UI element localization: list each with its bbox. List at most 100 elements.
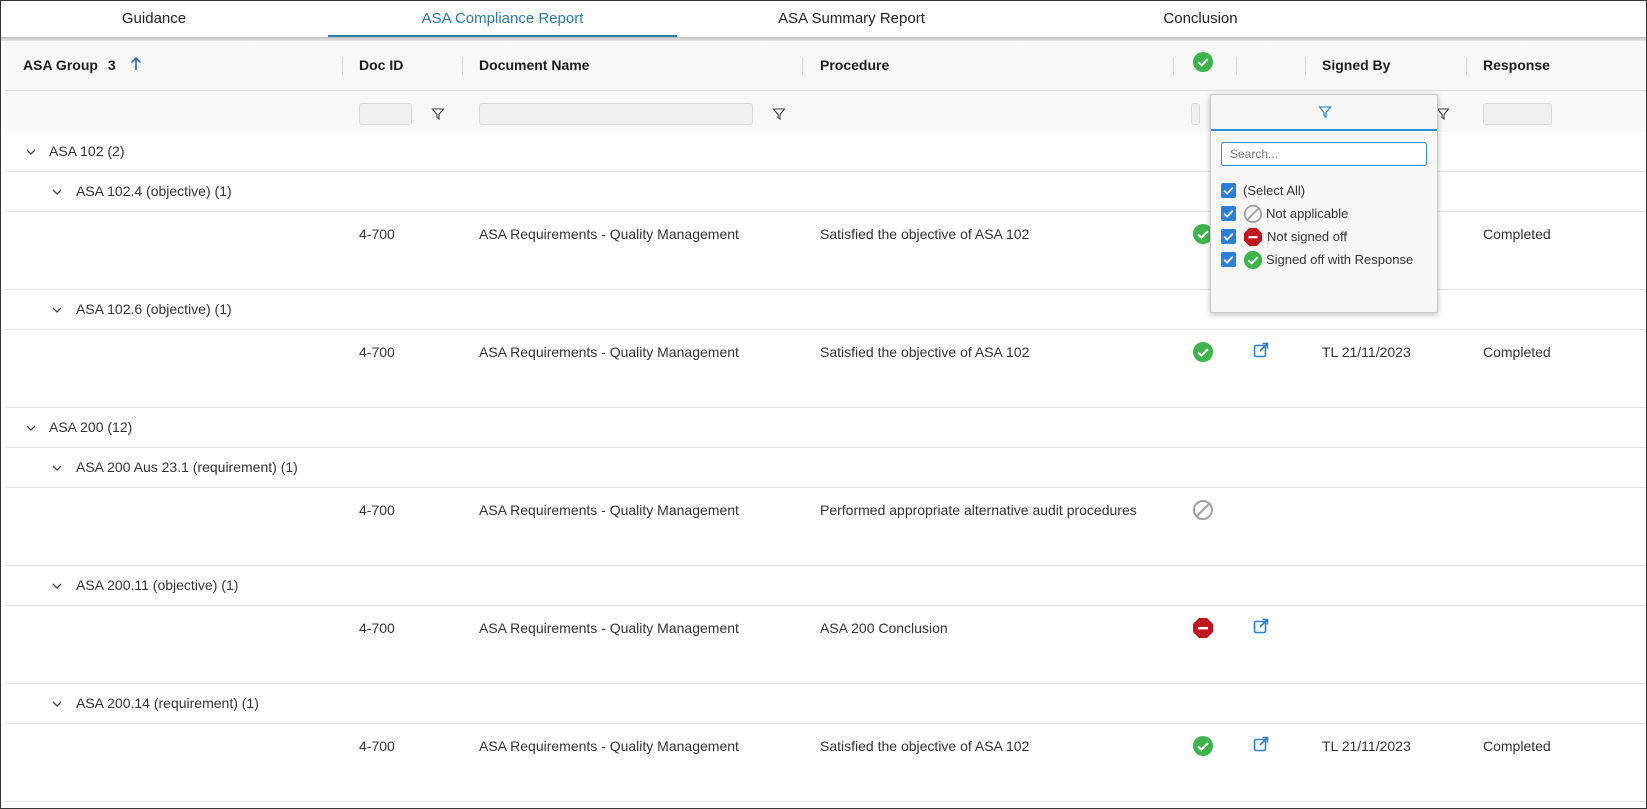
column-separator[interactable]: [1236, 57, 1237, 75]
group-count: (2): [107, 143, 125, 159]
filter-option-not-applicable[interactable]: Not applicable: [1221, 204, 1431, 224]
doc-id-cell: 4-700: [359, 738, 395, 754]
open-external-link-icon[interactable]: [1253, 736, 1269, 752]
procedure-cell: Satisfied the objective of ASA 102: [820, 226, 1030, 242]
procedure-cell: Satisfied the objective of ASA 102: [820, 738, 1030, 754]
filter-search-input[interactable]: [1221, 142, 1427, 166]
group-name: ASA 200.11 (objective): [76, 577, 218, 593]
filter-option-signed-off-with-response[interactable]: Signed off with Response: [1221, 250, 1431, 270]
group-name: ASA 102: [49, 143, 104, 159]
column-header-response[interactable]: Response: [1483, 41, 1550, 90]
chevron-down-icon[interactable]: [51, 461, 63, 473]
signed-by-cell: TL 21/11/2023: [1322, 738, 1411, 754]
signed-off-icon: [1192, 735, 1214, 757]
group-label: ASA 200.14 (requirement) (1): [76, 695, 259, 711]
doc-id-cell: 4-700: [359, 226, 395, 242]
not-applicable-icon: [1192, 499, 1214, 521]
doc-id-cell: 4-700: [359, 620, 395, 636]
signed-off-icon: [1192, 341, 1214, 363]
group-count: (1): [214, 301, 232, 317]
checkbox[interactable]: [1221, 252, 1236, 267]
group-row[interactable]: ASA 200 (12): [5, 408, 1646, 448]
tab-conclusion[interactable]: Conclusion: [1026, 1, 1375, 35]
filter-icon: [1318, 105, 1332, 119]
response-cell: Completed: [1483, 344, 1551, 360]
checkbox[interactable]: [1221, 229, 1236, 244]
tab-bar: Guidance ASA Compliance Report ASA Summa…: [1, 1, 1646, 37]
group-name: ASA 200: [49, 419, 104, 435]
column-separator[interactable]: [802, 57, 803, 75]
signed-by-cell: TL 21/11/2023: [1322, 344, 1411, 360]
group-count: (1): [241, 695, 259, 711]
group-label: ASA 102.4 (objective) (1): [76, 183, 232, 199]
sort-ascending-icon[interactable]: [130, 42, 142, 91]
checkbox[interactable]: [1221, 206, 1236, 221]
tab-asa-compliance-report[interactable]: ASA Compliance Report: [328, 1, 677, 37]
column-header-doc-id[interactable]: Doc ID: [359, 41, 403, 90]
chevron-down-icon[interactable]: [51, 185, 63, 197]
doc-id-filter-input[interactable]: [359, 103, 412, 125]
column-separator[interactable]: [1173, 57, 1174, 75]
filter-option-label: Not applicable: [1266, 206, 1349, 221]
column-separator[interactable]: [1305, 57, 1306, 75]
tab-guidance[interactable]: Guidance: [1, 1, 307, 35]
filter-option-not-signed-off[interactable]: Not signed off: [1221, 227, 1431, 247]
app-frame: Guidance ASA Compliance Report ASA Summa…: [0, 0, 1647, 809]
column-header-label: ASA Group: [23, 57, 98, 73]
filter-popup-header-tab[interactable]: [1211, 95, 1437, 131]
group-label: ASA 102.6 (objective) (1): [76, 301, 232, 317]
filter-option-select-all[interactable]: (Select All): [1221, 181, 1431, 201]
filter-option-label: Signed off with Response: [1266, 252, 1414, 267]
column-header-document-name[interactable]: Document Name: [479, 41, 589, 90]
document-name-cell: ASA Requirements - Quality Management: [479, 620, 739, 636]
group-label: ASA 200.11 (objective) (1): [76, 577, 238, 593]
chevron-down-icon[interactable]: [25, 421, 37, 433]
doc-id-cell: 4-700: [359, 502, 395, 518]
group-row[interactable]: ASA 200 Aus 23.1 (requirement) (1): [5, 448, 1646, 488]
column-header-signed-by[interactable]: Signed By: [1322, 41, 1390, 90]
status-filter-input[interactable]: [1191, 103, 1200, 125]
column-separator[interactable]: [342, 57, 343, 75]
column-header-asa-group[interactable]: ASA Group 3: [23, 41, 142, 90]
signed-by-filter-icon[interactable]: [1436, 107, 1450, 121]
column-separator[interactable]: [462, 57, 463, 75]
response-filter-input[interactable]: [1483, 103, 1552, 125]
not-signed-off-icon: [1192, 617, 1214, 639]
group-name: ASA 102.4 (objective): [76, 183, 211, 199]
group-row[interactable]: ASA 200.14 (requirement) (1): [5, 684, 1646, 724]
chevron-down-icon[interactable]: [51, 303, 63, 315]
open-external-link-icon[interactable]: [1253, 618, 1269, 634]
response-cell: Completed: [1483, 738, 1551, 754]
document-name-cell: ASA Requirements - Quality Management: [479, 344, 739, 360]
not-signed-off-icon: [1243, 227, 1263, 247]
doc-id-filter-icon[interactable]: [431, 107, 445, 121]
group-name: ASA 200.14 (requirement): [76, 695, 238, 711]
group-row[interactable]: ASA 200.11 (objective) (1): [5, 566, 1646, 606]
document-name-cell: ASA Requirements - Quality Management: [479, 226, 739, 242]
column-header-status-icon[interactable]: [1193, 52, 1213, 72]
table-row[interactable]: 4-700 ASA Requirements - Quality Managem…: [5, 488, 1646, 566]
group-count: (1): [221, 577, 239, 593]
column-header-procedure[interactable]: Procedure: [820, 41, 889, 90]
document-name-cell: ASA Requirements - Quality Management: [479, 502, 739, 518]
filter-option-label: Not signed off: [1267, 229, 1347, 244]
document-name-filter-icon[interactable]: [772, 107, 786, 121]
table-row[interactable]: 4-700 ASA Requirements - Quality Managem…: [5, 606, 1646, 684]
tab-asa-summary-report[interactable]: ASA Summary Report: [677, 1, 1026, 35]
open-external-link-icon[interactable]: [1253, 342, 1269, 358]
filter-option-label: (Select All): [1243, 183, 1306, 198]
chevron-down-icon[interactable]: [25, 145, 37, 157]
group-count: (1): [280, 459, 298, 475]
table-row[interactable]: 4-700 ASA Requirements - Quality Managem…: [5, 724, 1646, 802]
document-name-filter-input[interactable]: [479, 103, 753, 125]
column-separator[interactable]: [1466, 57, 1467, 75]
response-cell: Completed: [1483, 226, 1551, 242]
chevron-down-icon[interactable]: [51, 697, 63, 709]
group-label: ASA 200 (12): [49, 419, 132, 435]
group-label: ASA 200 Aus 23.1 (requirement) (1): [76, 459, 298, 475]
document-name-cell: ASA Requirements - Quality Management: [479, 738, 739, 754]
table-row[interactable]: 4-700 ASA Requirements - Quality Managem…: [5, 330, 1646, 408]
chevron-down-icon[interactable]: [51, 579, 63, 591]
group-name: ASA 200 Aus 23.1 (requirement): [76, 459, 277, 475]
checkbox[interactable]: [1221, 183, 1236, 198]
